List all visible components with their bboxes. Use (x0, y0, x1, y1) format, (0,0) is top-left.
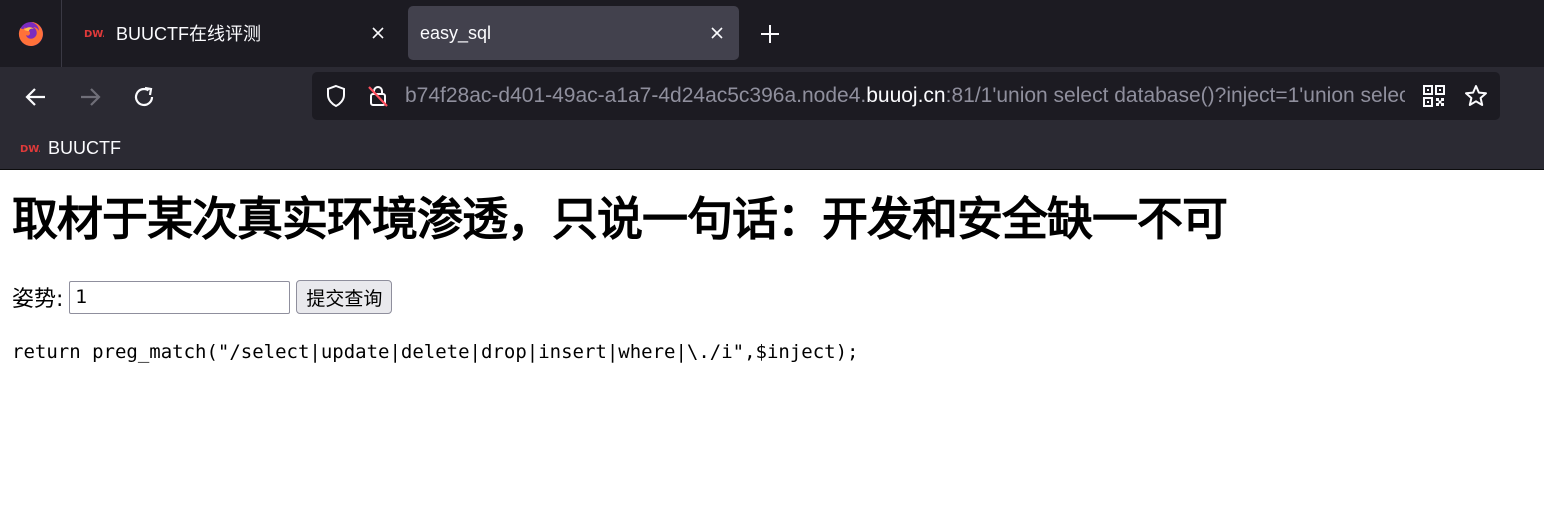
url-prefix: b74f28ac-d401-49ac-a1a7-4d24ac5c396a.nod… (405, 84, 867, 107)
bookmark-label: BUUCTF (48, 137, 121, 158)
buuctf-favicon-icon: DWA (20, 144, 40, 155)
submit-query-button[interactable]: 提交查询 (296, 280, 393, 314)
svg-text:DWA: DWA (20, 144, 40, 155)
svg-text:DWA: DWA (84, 29, 104, 40)
star-icon (1465, 85, 1487, 106)
tab-strip: DWA BUUCTF在线评测 easy_sql (0, 0, 1544, 67)
tab-easy-sql[interactable]: easy_sql (408, 6, 739, 60)
tab-buuctf[interactable]: DWA BUUCTF在线评测 (70, 6, 400, 60)
tab-title: easy_sql (420, 22, 492, 43)
plus-icon (761, 25, 779, 43)
site-security-button[interactable] (366, 84, 390, 108)
arrow-right-icon (81, 88, 101, 106)
tab-title: BUUCTF在线评测 (116, 24, 261, 44)
firefox-logo-icon (18, 21, 43, 46)
inject-input[interactable] (69, 280, 291, 314)
query-form: 姿势: 提交查询 (12, 280, 1532, 314)
tab-close-icon[interactable] (709, 25, 725, 41)
filter-code-line: return preg_match("/select|update|delete… (12, 341, 859, 363)
bookmarks-toolbar: DWA BUUCTF (0, 127, 1544, 170)
page-heading: 取材于某次真实环境渗透，只说一句话：开发和安全缺一不可 (12, 192, 1228, 246)
back-button[interactable] (20, 81, 52, 113)
qr-code-icon (1423, 85, 1445, 107)
reload-button[interactable] (128, 81, 160, 113)
new-tab-button[interactable] (756, 20, 784, 48)
bookmark-buuctf[interactable]: DWA BUUCTF (20, 135, 121, 161)
page-content: 取材于某次真实环境渗透，只说一句话：开发和安全缺一不可 姿势: 提交查询 ret… (0, 194, 1544, 363)
bookmark-star-button[interactable] (1464, 84, 1488, 108)
url-text[interactable]: b74f28ac-d401-49ac-a1a7-4d24ac5c396a.nod… (405, 72, 1405, 120)
inject-label: 姿势: (12, 287, 64, 312)
navigation-toolbar: b74f28ac-d401-49ac-a1a7-4d24ac5c396a.nod… (0, 67, 1544, 127)
tab-close-icon[interactable] (370, 25, 386, 41)
qr-code-button[interactable] (1422, 84, 1446, 108)
reload-icon (134, 86, 154, 107)
buuctf-favicon-icon: DWA (84, 29, 104, 40)
insecure-lock-icon (368, 86, 388, 107)
forward-button[interactable] (74, 81, 106, 113)
shield-icon (327, 84, 345, 108)
arrow-left-icon (25, 88, 45, 106)
firefox-menu-button[interactable] (0, 0, 62, 67)
url-bar[interactable]: b74f28ac-d401-49ac-a1a7-4d24ac5c396a.nod… (312, 72, 1500, 120)
url-host: buuoj.cn (866, 84, 946, 107)
tracking-protection-button[interactable] (324, 84, 348, 108)
url-suffix: :81/1'union select database()?inject=1'u… (945, 84, 1405, 107)
